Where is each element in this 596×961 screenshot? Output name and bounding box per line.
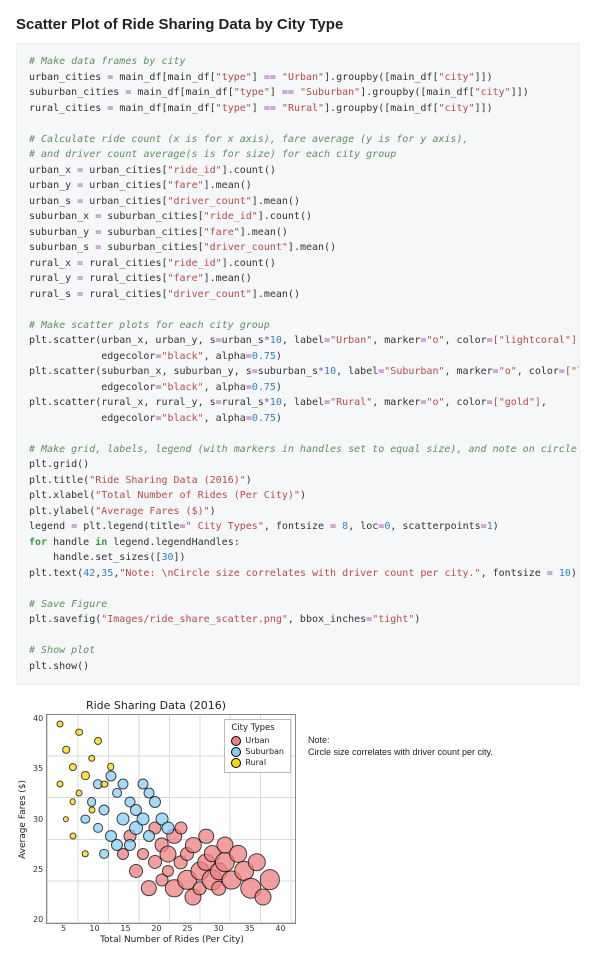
data-point <box>63 816 69 822</box>
chart-xlabel: Total Number of Rides (Per City) <box>48 935 296 945</box>
chart-xticks: 510152025303540 <box>48 924 296 933</box>
data-point <box>62 746 70 754</box>
chart-note: Note:Circle size correlates with driver … <box>308 735 493 758</box>
data-point <box>68 763 76 771</box>
data-point <box>248 853 266 871</box>
data-point <box>69 833 76 840</box>
data-point <box>124 839 136 851</box>
section-heading: Scatter Plot of Ride Sharing Data by Cit… <box>16 16 580 33</box>
data-point <box>118 779 129 790</box>
data-point <box>136 848 148 860</box>
legend-title: City Types <box>231 723 284 733</box>
data-point <box>162 865 174 877</box>
data-point <box>117 813 130 826</box>
scatter-chart: Ride Sharing Data (2016) Average Fares (… <box>16 699 296 945</box>
data-point <box>129 864 143 878</box>
data-point <box>56 781 63 788</box>
data-point <box>81 772 89 780</box>
data-point <box>255 888 272 905</box>
data-point <box>93 823 103 833</box>
chart-yticks: 4035302520 <box>30 714 46 924</box>
data-point <box>99 805 110 816</box>
data-point <box>94 737 102 745</box>
legend-item-urban: Urban <box>231 735 284 746</box>
data-point <box>107 763 115 771</box>
data-point <box>56 720 63 727</box>
data-point <box>105 770 116 781</box>
output-area: Ride Sharing Data (2016) Average Fares (… <box>16 699 580 945</box>
chart-title: Ride Sharing Data (2016) <box>16 699 296 712</box>
data-point <box>75 790 82 797</box>
data-point <box>161 821 174 834</box>
chart-ylabel: Average Fares ($) <box>16 714 30 924</box>
data-point <box>81 814 90 823</box>
data-point <box>99 849 109 859</box>
data-point <box>82 850 89 857</box>
data-point <box>111 839 123 851</box>
data-point <box>229 845 247 863</box>
data-point <box>143 788 154 799</box>
data-point <box>174 821 187 834</box>
legend-item-rural: Rural <box>231 757 284 768</box>
data-point <box>87 797 97 807</box>
chart-plot-area: City Types Urban Suburban Rural <box>46 714 296 924</box>
data-point <box>198 829 214 845</box>
data-point <box>130 804 142 816</box>
data-point <box>101 781 108 788</box>
data-point <box>141 880 157 896</box>
data-point <box>143 830 155 842</box>
chart-legend: City Types Urban Suburban Rural <box>224 719 291 773</box>
data-point <box>88 807 95 814</box>
code-cell: # Make data frames by city urban_cities … <box>16 43 580 685</box>
data-point <box>88 755 96 763</box>
legend-item-suburban: Suburban <box>231 746 284 757</box>
data-point <box>112 788 122 798</box>
data-point <box>75 729 83 737</box>
data-point <box>259 870 279 890</box>
data-point <box>69 798 76 805</box>
